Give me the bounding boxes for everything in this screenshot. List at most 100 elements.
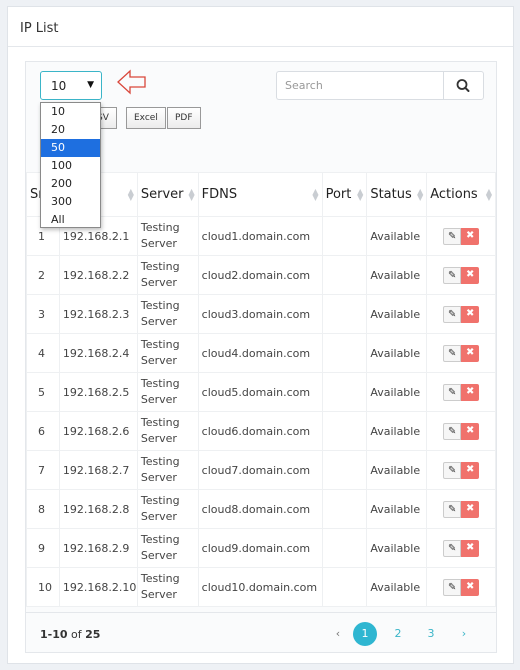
cell-actions: ✎ ✖ xyxy=(426,489,496,529)
cell-fdns: cloud9.domain.com xyxy=(197,528,323,568)
cell-server: Testing Server xyxy=(136,216,199,256)
search-button[interactable] xyxy=(443,71,484,100)
cell-status: Available xyxy=(366,567,428,607)
column-header-port[interactable]: Port ▲ ▼ xyxy=(321,172,368,217)
edit-button[interactable]: ✎ xyxy=(443,540,462,557)
cell-sr: 10 xyxy=(26,567,60,607)
search-input[interactable] xyxy=(276,71,444,100)
delete-button[interactable]: ✖ xyxy=(461,579,480,596)
cell-ip: 192.168.2.4 xyxy=(58,333,138,373)
table-row: 8 192.168.2.8 Testing Server cloud8.domain.c… xyxy=(26,489,496,529)
delete-button[interactable]: ✖ xyxy=(461,540,480,557)
prev-page-button[interactable]: ‹ xyxy=(326,622,350,646)
length-option[interactable]: 10 xyxy=(41,103,100,121)
column-header-actions[interactable]: Actions ▲ ▼ xyxy=(426,172,496,217)
length-option-selected[interactable]: 50 xyxy=(41,139,100,157)
cell-status: Available xyxy=(366,216,428,256)
sort-icon: ▲ ▼ xyxy=(485,187,492,202)
pencil-icon: ✎ xyxy=(448,309,457,320)
search-group xyxy=(276,71,484,100)
delete-button[interactable]: ✖ xyxy=(461,267,480,284)
datatable-wrapper: 10 ▼ SV Excel PDF 10 20 50 100 200 300 xyxy=(25,61,497,653)
cell-status: Available xyxy=(366,372,428,412)
length-option[interactable]: 100 xyxy=(41,157,100,175)
edit-button[interactable]: ✎ xyxy=(443,462,462,479)
times-icon: ✖ xyxy=(466,503,475,514)
cell-actions: ✎ ✖ xyxy=(426,450,496,490)
cell-server: Testing Server xyxy=(136,411,199,451)
table-row: 4 192.168.2.4 Testing Server cloud4.domain.c… xyxy=(26,333,496,373)
cell-ip: 192.168.2.7 xyxy=(58,450,138,490)
edit-button[interactable]: ✎ xyxy=(443,345,462,362)
cell-fdns: cloud8.domain.com xyxy=(197,489,323,529)
edit-button[interactable]: ✎ xyxy=(443,384,462,401)
page-length-dropdown: 10 20 50 100 200 300 All xyxy=(40,102,101,228)
export-pdf-button[interactable]: PDF xyxy=(167,107,201,129)
page-3-button[interactable]: 3 xyxy=(419,622,443,646)
edit-button[interactable]: ✎ xyxy=(443,423,462,440)
delete-button[interactable]: ✖ xyxy=(461,423,480,440)
edit-button[interactable]: ✎ xyxy=(443,579,462,596)
cell-ip: 192.168.2.9 xyxy=(58,528,138,568)
cell-ip: 192.168.2.2 xyxy=(58,255,138,295)
cell-sr: 7 xyxy=(26,450,60,490)
times-icon: ✖ xyxy=(466,581,475,592)
cell-server: Testing Server xyxy=(136,489,199,529)
cell-fdns: cloud1.domain.com xyxy=(197,216,323,256)
export-excel-button[interactable]: Excel xyxy=(126,107,166,129)
times-icon: ✖ xyxy=(466,308,475,319)
pencil-icon: ✎ xyxy=(448,426,457,437)
times-icon: ✖ xyxy=(466,464,475,475)
length-option[interactable]: 20 xyxy=(41,121,100,139)
column-header-server[interactable]: Server ▲ ▼ xyxy=(136,172,199,217)
cell-actions: ✎ ✖ xyxy=(426,567,496,607)
edit-button[interactable]: ✎ xyxy=(443,306,462,323)
length-option[interactable]: 300 xyxy=(41,193,100,211)
cell-actions: ✎ ✖ xyxy=(426,294,496,334)
times-icon: ✖ xyxy=(466,386,475,397)
page-2-button[interactable]: 2 xyxy=(386,622,410,646)
cell-fdns: cloud10.domain.com xyxy=(197,567,323,607)
cell-server: Testing Server xyxy=(136,294,199,334)
edit-button[interactable]: ✎ xyxy=(443,267,462,284)
delete-button[interactable]: ✖ xyxy=(461,501,480,518)
cell-status: Available xyxy=(366,333,428,373)
cell-port xyxy=(321,333,368,373)
length-option[interactable]: All xyxy=(41,211,100,229)
sort-icon: ▲ ▼ xyxy=(417,187,424,202)
column-header-status[interactable]: Status ▲ ▼ xyxy=(366,172,428,217)
delete-button[interactable]: ✖ xyxy=(461,306,480,323)
delete-button[interactable]: ✖ xyxy=(461,345,480,362)
cell-fdns: cloud4.domain.com xyxy=(197,333,323,373)
cell-port xyxy=(321,489,368,529)
delete-button[interactable]: ✖ xyxy=(461,228,480,245)
page-length-value: 10 xyxy=(51,79,67,93)
cell-status: Available xyxy=(366,528,428,568)
cell-actions: ✎ ✖ xyxy=(426,333,496,373)
pencil-icon: ✎ xyxy=(448,387,457,398)
delete-button[interactable]: ✖ xyxy=(461,462,480,479)
edit-button[interactable]: ✎ xyxy=(443,501,462,518)
column-header-fdns[interactable]: FDNS ▲ ▼ xyxy=(197,172,323,217)
cell-status: Available xyxy=(366,450,428,490)
ip-list-panel: IP List 10 ▼ SV Excel PDF 10 20 50 10 xyxy=(7,6,514,664)
cell-sr: 5 xyxy=(26,372,60,412)
cell-port xyxy=(321,216,368,256)
cell-ip: 192.168.2.8 xyxy=(58,489,138,529)
delete-button[interactable]: ✖ xyxy=(461,384,480,401)
page-1-button[interactable]: 1 xyxy=(353,622,377,646)
cell-fdns: cloud3.domain.com xyxy=(197,294,323,334)
cell-fdns: cloud5.domain.com xyxy=(197,372,323,412)
pencil-icon: ✎ xyxy=(448,231,457,242)
sort-icon: ▲ ▼ xyxy=(127,187,134,202)
page-length-select[interactable]: 10 ▼ xyxy=(40,71,102,100)
chevron-right-icon: › xyxy=(461,627,467,640)
length-option[interactable]: 200 xyxy=(41,175,100,193)
cell-sr: 8 xyxy=(26,489,60,529)
edit-button[interactable]: ✎ xyxy=(443,228,462,245)
cell-port xyxy=(321,372,368,412)
next-page-button[interactable]: › xyxy=(452,622,476,646)
cell-fdns: cloud6.domain.com xyxy=(197,411,323,451)
cell-sr: 9 xyxy=(26,528,60,568)
pencil-icon: ✎ xyxy=(448,504,457,515)
